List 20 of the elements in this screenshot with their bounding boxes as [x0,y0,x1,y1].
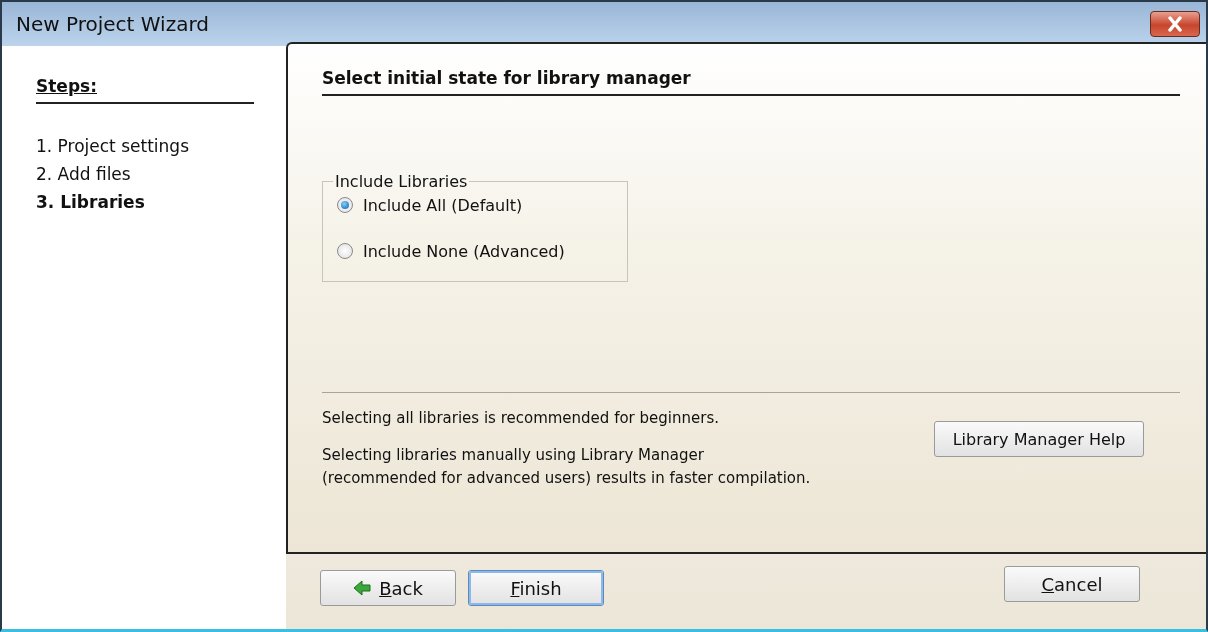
info-text: Selecting libraries manually using Library Manager (recommended for advanced users) results in faster compilation. [322,445,811,489]
info-text: Selecting all libraries is recommended for beginners. [322,408,720,429]
radio-button[interactable] [337,243,353,259]
step-item: 2. Add files [36,163,132,186]
help-button[interactable]: Library Manager Help [934,421,1144,457]
radio-button[interactable] [337,197,353,213]
group-legend: Include Libraries [333,172,470,191]
step-item: 3. Libraries [36,191,146,214]
radio-label[interactable]: Include All (Default) [363,195,523,215]
finish-button[interactable]: Finish [468,570,604,606]
close-icon [1165,16,1185,32]
back-button[interactable]: Back [320,570,456,606]
page-heading: Select initial state for library manager [322,68,1180,96]
radio-label[interactable]: Include None (Advanced) [363,241,565,261]
steps-heading: Steps: [36,76,254,104]
close-button[interactable] [1150,11,1200,37]
cancel-button[interactable]: Cancel [1004,566,1140,602]
step-item: 1. Project settings [36,135,190,158]
window-title: New Project Wizard [16,12,209,36]
left-arrow-icon [353,580,372,596]
